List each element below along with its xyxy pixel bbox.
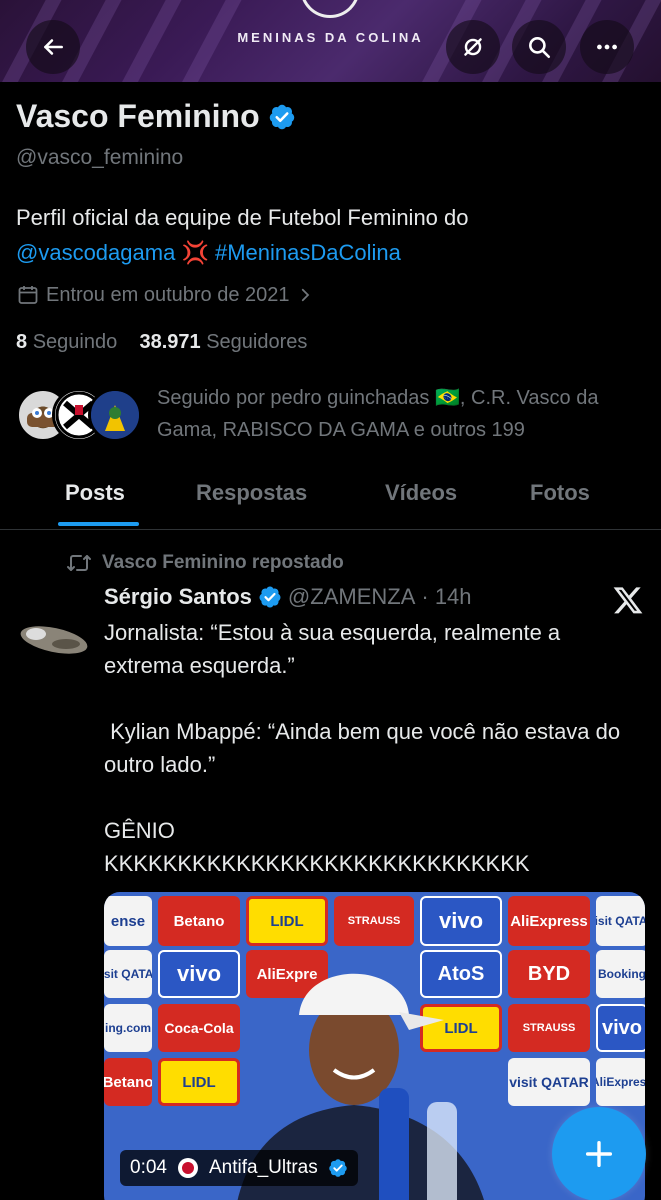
followers-count: 38.971 [139,331,201,353]
author-avatar[interactable] [16,618,90,658]
search-button[interactable] [512,20,566,74]
verified-badge-icon[interactable] [268,103,296,131]
grok-icon [464,38,482,56]
repost-icon [67,555,91,571]
following-count: 8 [16,331,28,353]
verified-badge-icon [259,586,281,608]
sponsor-board: Betano [104,1058,152,1106]
sponsor-board: vivo [596,1004,645,1052]
video-source[interactable]: Antifa_Ultras [209,1157,318,1179]
club-logo [300,0,360,18]
grok-button[interactable] [446,20,500,74]
tab-replies[interactable]: Respostas [196,480,307,506]
avatar [88,388,142,442]
joined-date[interactable]: Entrou em outubro de 2021 [16,283,314,307]
followers-link[interactable]: 38.971 Seguidores [139,331,307,353]
source-avatar-icon [177,1158,198,1178]
sponsor-board: AliExpress [596,1058,645,1106]
sponsor-board: BYD [508,950,590,998]
sponsor-board: ense [104,896,152,946]
sponsor-board: ing.com [104,1004,152,1052]
follow-stats: 8 Seguindo 38.971 Seguidores [16,331,307,354]
post-text: Jornalista: “Estou à sua esquerda, realm… [104,620,621,876]
sponsor-board: STRAUSS [334,896,414,946]
author-name[interactable]: Sérgio Santos [104,584,252,610]
water-bottle [379,1088,409,1200]
post-author-row: Sérgio Santos @ZAMENZA · 14h [104,584,472,610]
plus-icon [585,1140,613,1168]
profile-handle: @vasco_feminino [16,146,184,169]
bio-emoji: 💢 [181,240,209,265]
sponsor-board: Betano [158,896,240,946]
chevron-right-icon [301,288,309,302]
sponsor-board: visit QATAR [596,896,645,946]
compose-button[interactable] [552,1107,646,1200]
post-time: · 14h [421,584,472,609]
verified-badge-icon [329,1159,347,1177]
active-tab-indicator [58,522,139,526]
more-icon [597,44,617,50]
followed-by-text[interactable]: Seguido por pedro guinchadas 🇧🇷, C.R. Va… [157,382,652,446]
bio-text: Perfil oficial da equipe de Futebol Femi… [16,205,469,230]
tab-photos[interactable]: Fotos [530,480,590,506]
bio-hashtag-link[interactable]: #MeninasDaColina [215,240,401,265]
search-icon [529,37,551,59]
calendar-icon [18,286,38,304]
profile-name-row: Vasco Feminino [16,98,296,135]
arrow-left-icon [44,39,63,55]
tab-videos[interactable]: Vídeos [385,480,457,506]
x-logo-icon[interactable] [612,584,644,616]
sponsor-board: vivo [420,896,502,946]
joined-label: Entrou em outubro de 2021 [46,283,290,306]
tab-posts[interactable]: Posts [65,480,125,506]
profile-tabs: Posts Respostas Vídeos Fotos [0,470,661,530]
sponsor-board: Booking [596,950,645,998]
profile-bio: Perfil oficial da equipe de Futebol Femi… [16,200,636,270]
sponsor-board: LIDL [246,896,328,946]
repost-indicator[interactable]: Vasco Feminino repostado [66,552,344,574]
water-bottle [427,1102,457,1200]
video-overlay: 0:04 Antifa_Ultras [120,1150,358,1186]
mutual-followers-avatars[interactable] [16,388,146,446]
display-name: Vasco Feminino [16,98,260,134]
more-button[interactable] [580,20,634,74]
following-label: Seguindo [32,331,118,353]
back-button[interactable] [26,20,80,74]
author-handle[interactable]: @ZAMENZA [288,584,415,610]
video-timestamp: 0:04 [130,1157,167,1178]
sponsor-board: visit QATAR [104,950,152,998]
sponsor-board: STRAUSS [508,1004,590,1052]
bio-mention-link[interactable]: @vascodagama [16,240,175,265]
following-link[interactable]: 8 Seguindo [16,331,117,353]
sponsor-board: AliExpress [508,896,590,946]
sponsor-board: visit QATAR [508,1058,590,1106]
repost-label: Vasco Feminino repostado [102,552,344,573]
followers-label: Seguidores [206,331,308,353]
